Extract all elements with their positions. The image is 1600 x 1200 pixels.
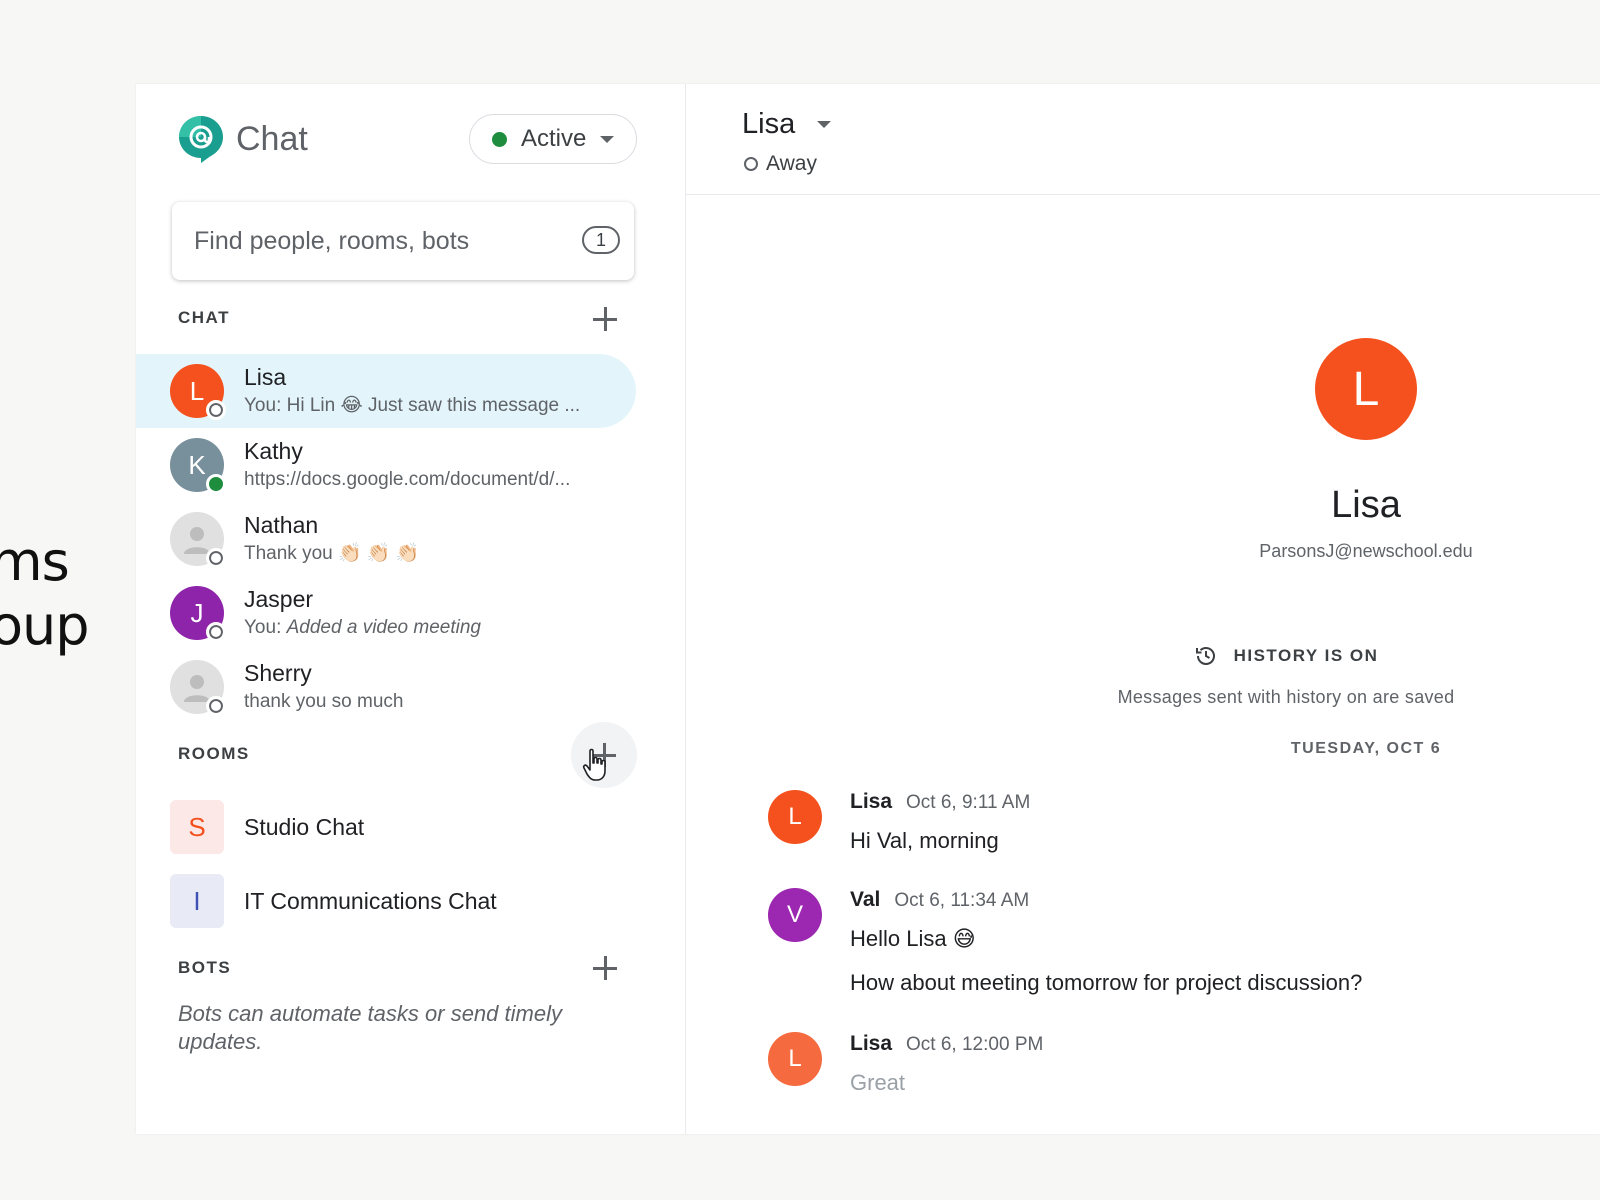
room-list: S Studio Chat I IT Communications Chat [136,790,636,938]
conversation-status-label: Away [766,152,817,175]
avatar [170,660,226,716]
brand: Chat [178,114,308,164]
conversation-title: Lisa [742,108,796,140]
room-avatar: I [170,874,224,928]
room-name: Studio Chat [244,813,365,840]
history-notice: HISTORY IS ON Messages sent with history… [1066,644,1506,708]
rooms-section-header: ROOMS [178,744,250,763]
room-name: IT Communications Chat [244,887,497,914]
chat-name: Jasper [244,586,314,612]
chat-preview-italic: Added a video meeting [286,617,481,638]
conversation-status: Away [744,152,817,176]
conversation-pane: Lisa Away L Lisa ParsonsJ@newschool.edu … [686,84,1600,1134]
start-chat-button[interactable] [578,292,632,346]
presence-away-icon [206,622,226,642]
message-text: Great [850,1070,906,1095]
profile-avatar: L [1315,338,1417,440]
chat-item-jasper[interactable]: J Jasper You: Added a video meeting [136,576,636,650]
chevron-down-icon [817,121,832,128]
chat-list: L Lisa You: Hi Lin 😂 Just saw this messa… [136,354,636,724]
message-timestamp: Oct 6, 9:11 AM [906,792,1031,813]
chevron-down-icon [600,135,615,143]
history-heading: HISTORY IS ON [1233,646,1379,665]
chat-item-nathan[interactable]: Nathan Thank you 👏🏻 👏🏻 👏🏻 [136,502,636,576]
history-clock-icon [1195,647,1215,665]
presence-away-icon [206,400,226,420]
avatar: K [170,438,226,494]
room-item-studio-chat[interactable]: S Studio Chat [136,790,636,864]
message-sender: Lisa [850,1032,893,1055]
avatar-initial: J [190,597,204,628]
message-item: L Lisa Oct 6, 9:11 AM Hi Val, morning [768,790,1030,854]
chat-preview-prefix: You: [244,617,287,638]
add-bot-button[interactable] [578,941,632,995]
presence-away-icon [206,696,226,716]
status-active-dot-icon [492,131,507,147]
message-item: V Val Oct 6, 11:34 AM Hello Lisa 😅 How a… [768,888,1362,996]
chat-name: Lisa [244,364,287,390]
plus-icon [593,307,617,331]
google-chat-logo-icon [179,116,223,163]
chat-preview: https://docs.google.com/document/d/... [244,469,571,490]
hand-pointer-icon [582,748,606,781]
avatar: L [170,364,226,420]
presence-active-icon [206,474,226,494]
search-box: 1 [172,202,634,280]
avatar: J [170,586,226,642]
background-caption-line-1: ms [0,530,70,593]
presence-away-icon [206,548,226,568]
message-sender: Lisa [850,790,893,813]
message-sender: Val [850,888,881,911]
presence-away-icon [744,157,758,171]
profile-name: Lisa [1331,484,1401,526]
avatar-initial: K [188,449,206,480]
history-note: Messages sent with history on are saved [1117,687,1455,707]
contact-profile: L Lisa ParsonsJ@newschool.edu [1146,338,1586,562]
search-input[interactable] [192,225,576,257]
message-avatar: L [768,790,822,844]
bots-description: Bots can automate tasks or send timely u… [178,1001,562,1054]
chat-app-window: Chat Active 1 CHAT L Lisa You: Hi Lin [136,84,1600,1134]
conversation-title-dropdown[interactable]: Lisa [742,108,832,141]
profile-email: ParsonsJ@newschool.edu [1259,541,1473,561]
search-shortcut-badge: 1 [582,226,620,254]
plus-icon [593,956,617,980]
status-label: Active [521,125,587,152]
chat-item-kathy[interactable]: K Kathy https://docs.google.com/document… [136,428,636,502]
date-separator: TUESDAY, OCT 6 [1290,740,1442,757]
message-text: Hi Val, morning [850,828,999,853]
conversation-header: Lisa Away [686,84,1600,195]
background-caption-line-2: oup [0,594,90,657]
chat-preview: You: Hi Lin 😂 Just saw this message ... [244,395,581,416]
message-text: How about meeting tomorrow for project d… [850,970,1363,995]
message-item: L Lisa Oct 6, 12:00 PM Great [768,1032,1043,1096]
chat-preview: thank you so much [244,691,404,712]
bots-section-header: BOTS [178,958,232,977]
avatar [170,512,226,568]
sidebar: Chat Active 1 CHAT L Lisa You: Hi Lin [136,84,686,1134]
room-item-it-communications-chat[interactable]: I IT Communications Chat [136,864,636,938]
message-text: Hello Lisa 😅 [850,926,976,951]
avatar-initial: L [189,375,205,406]
brand-name: Chat [236,119,308,158]
background-caption: ms oup [0,530,90,658]
room-avatar: S [170,800,224,854]
message-timestamp: Oct 6, 11:34 AM [894,890,1030,911]
message-avatar: L [768,1032,822,1086]
chat-preview: Thank you 👏🏻 👏🏻 👏🏻 [244,543,420,564]
chat-name: Kathy [244,438,303,464]
chat-section-header: CHAT [178,308,230,327]
message-timestamp: Oct 6, 12:00 PM [906,1034,1044,1055]
message-avatar: V [768,888,822,942]
chat-preview: You: Added a video meeting [244,614,624,642]
chat-item-lisa[interactable]: L Lisa You: Hi Lin 😂 Just saw this messa… [136,354,636,428]
chat-item-sherry[interactable]: Sherry thank you so much [136,650,636,724]
chat-name: Sherry [244,660,312,686]
status-dropdown-button[interactable]: Active [469,114,637,164]
chat-name: Nathan [244,512,319,538]
